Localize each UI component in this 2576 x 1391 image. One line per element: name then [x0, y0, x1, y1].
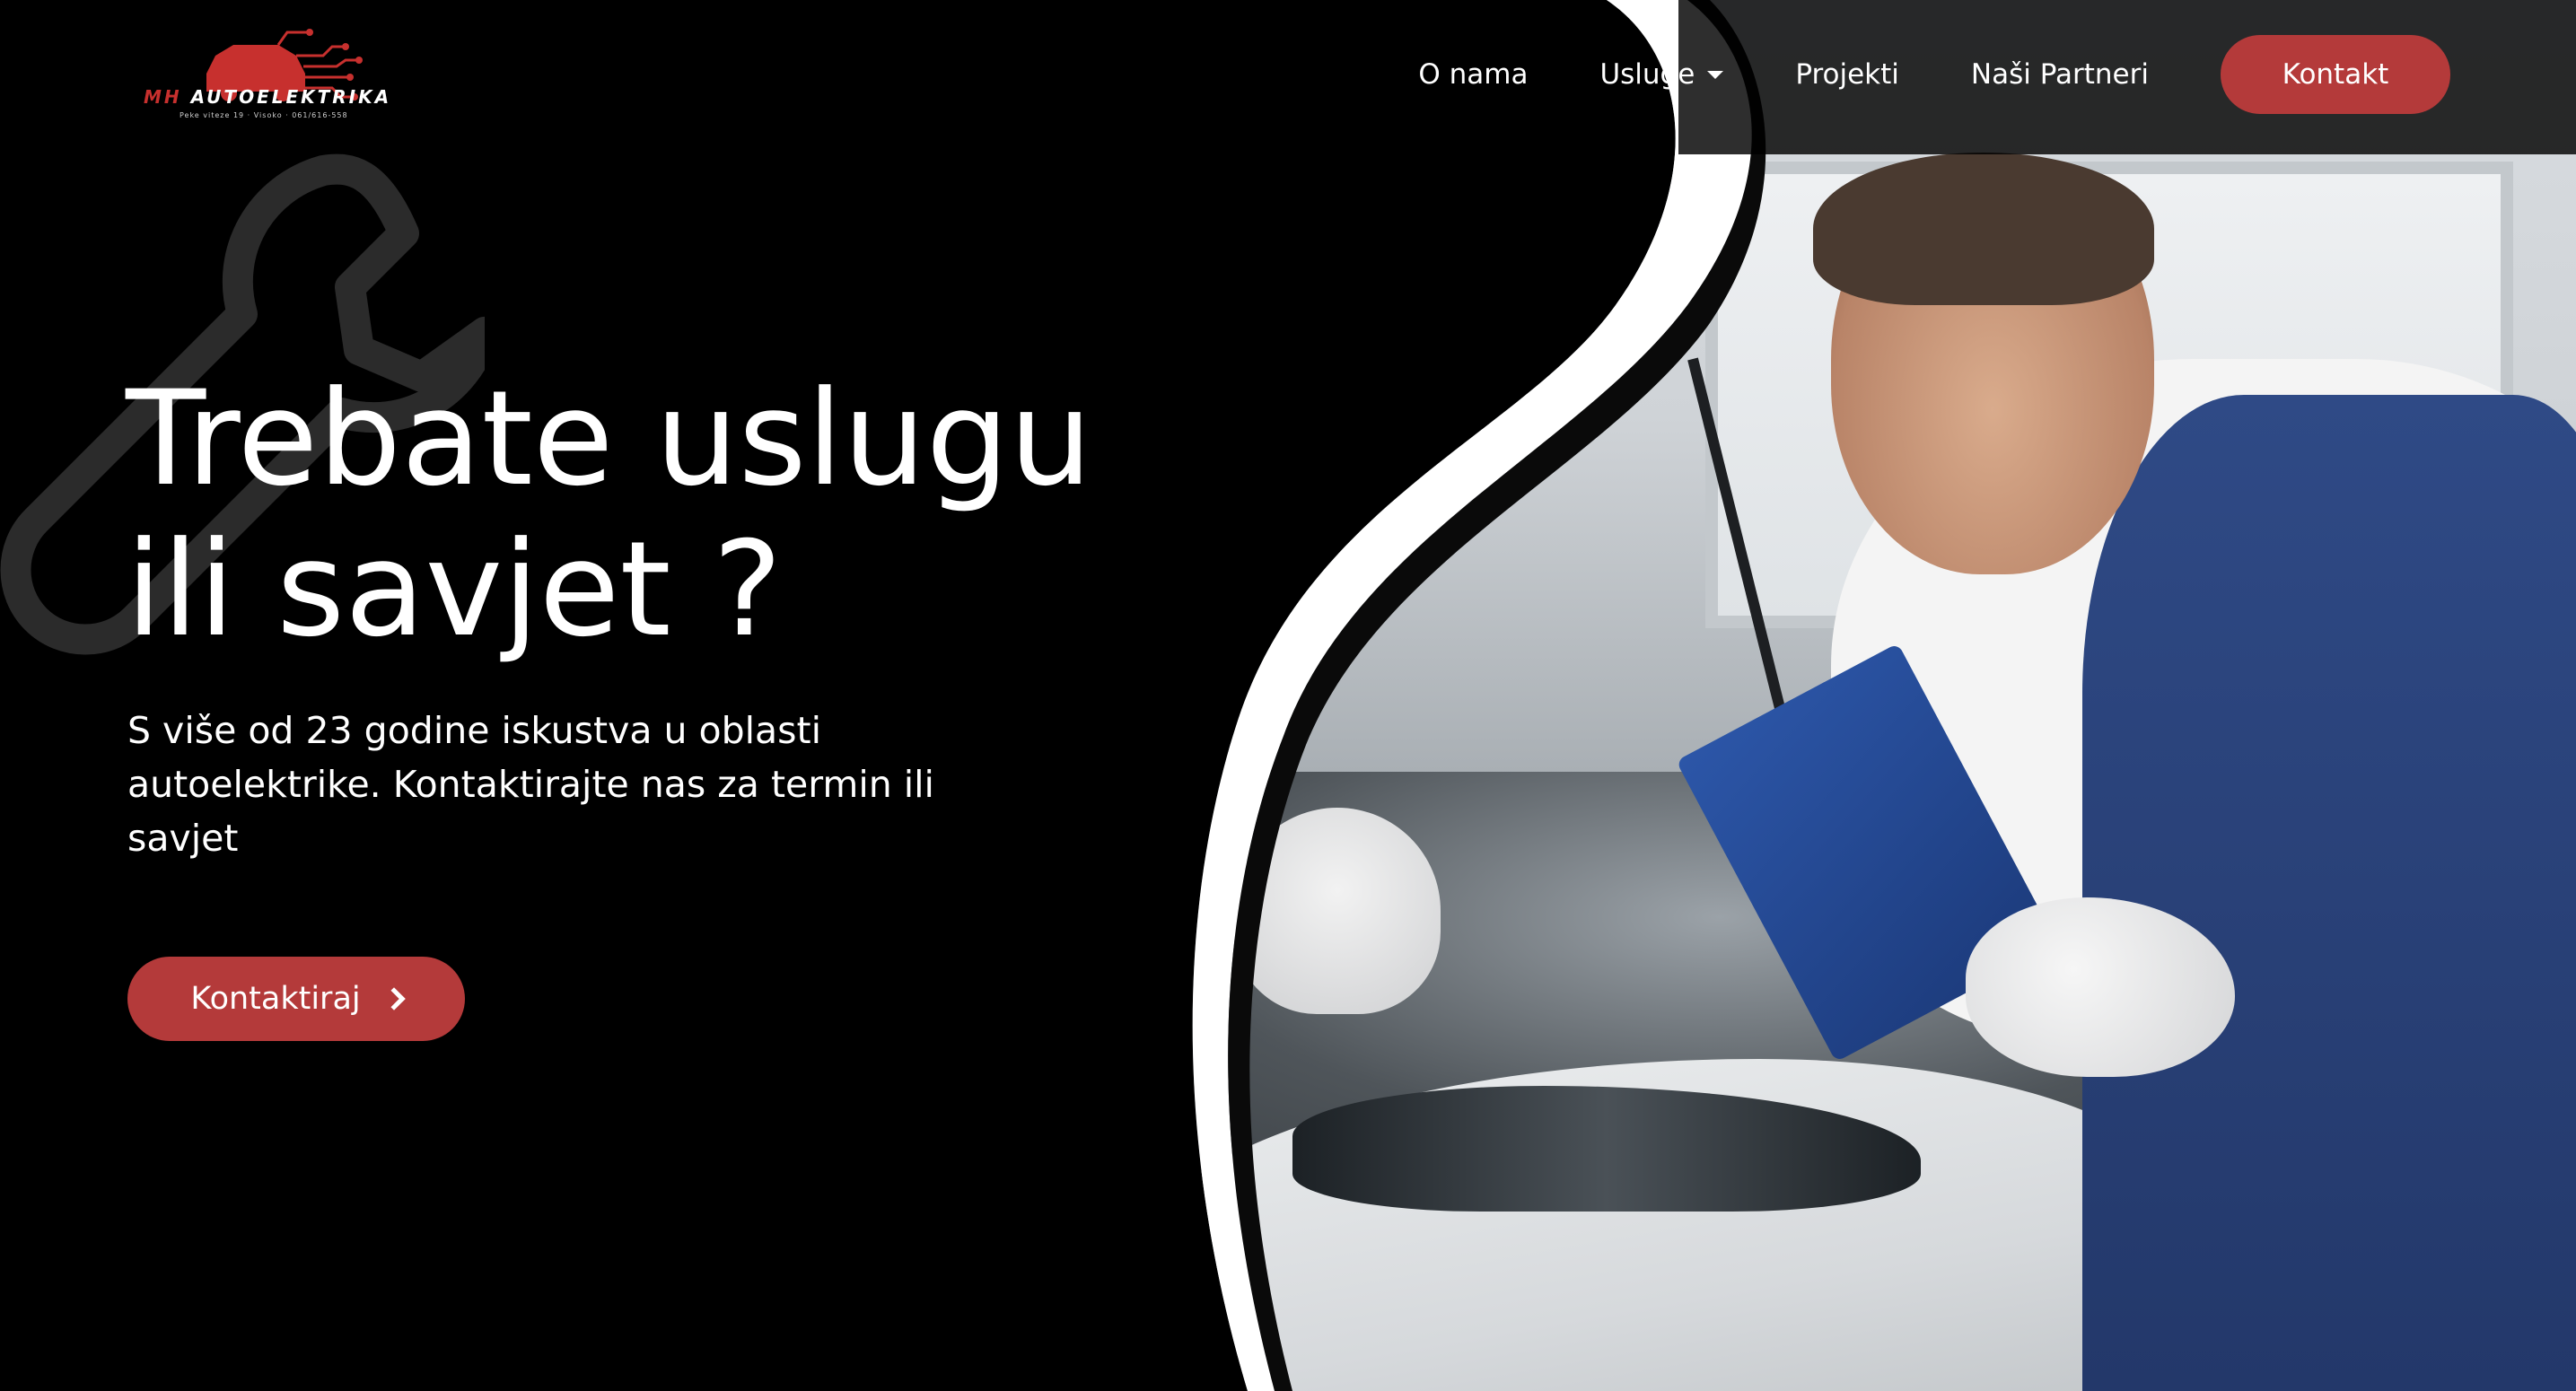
main-nav: O nama Usluge Projekti Naši Partneri Kon…: [1418, 34, 2450, 115]
nav-item-partneri[interactable]: Naši Partneri: [1971, 58, 2149, 91]
nav-item-label: O nama: [1418, 58, 1529, 91]
hero-subtitle: S više od 23 godine iskustva u oblasti a…: [127, 709, 934, 860]
contact-cta-button[interactable]: Kontaktiraj: [127, 957, 465, 1041]
logo-wordmark[interactable]: MH AUTOELEKTRIKA: [144, 86, 391, 108]
hero-title: Trebate uslugu ili savjet ?: [126, 363, 1092, 666]
nav-item-label: Naši Partneri: [1970, 58, 2149, 91]
nav-item-label: Usluge: [1599, 58, 1695, 91]
nav-item-usluge[interactable]: Usluge: [1599, 58, 1724, 91]
nav-item-projekti[interactable]: Projekti: [1795, 58, 1899, 91]
logo-suffix: AUTOELEKTRIKA: [181, 86, 392, 108]
contact-cta-label: Kontaktiraj: [190, 981, 361, 1017]
logo-prefix: MH: [144, 86, 182, 108]
logo-tagline: Peke viteze 19 · Visoko · 061/616-558: [180, 111, 348, 119]
chevron-right-icon: [381, 987, 406, 1010]
nav-item-label: Projekti: [1795, 58, 1899, 91]
contact-button[interactable]: Kontakt: [2221, 35, 2450, 114]
nav-item-o-nama[interactable]: O nama: [1418, 58, 1528, 91]
caret-down-icon: [1707, 70, 1724, 79]
